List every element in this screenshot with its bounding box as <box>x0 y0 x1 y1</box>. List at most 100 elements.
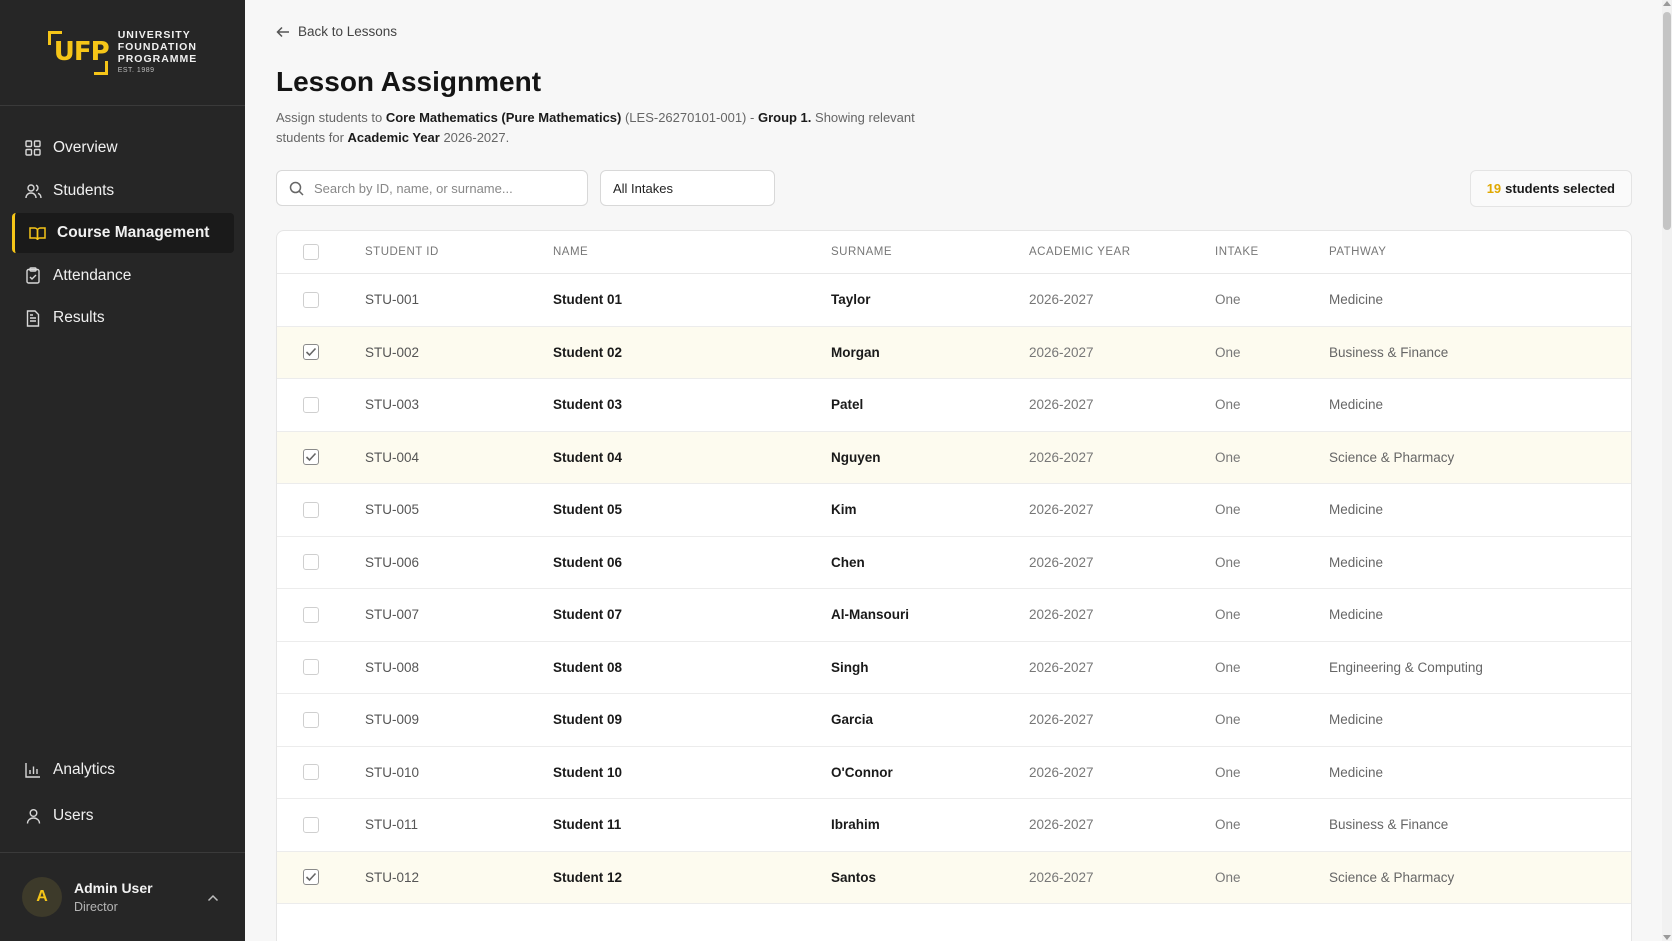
sidebar-item-course-management[interactable]: Course Management <box>12 213 234 253</box>
page-title: Lesson Assignment <box>276 66 542 97</box>
scroll-up-arrow-icon[interactable] <box>1663 1 1671 6</box>
row-checkbox[interactable] <box>303 816 319 833</box>
sidebar-item-students[interactable]: Students <box>12 171 234 211</box>
row-checkbox[interactable] <box>303 501 319 518</box>
subtitle-group: Group 1. <box>757 110 812 125</box>
intake-select-value: All Intakes <box>613 180 673 196</box>
sidebar-item-label: Overview <box>53 139 118 156</box>
cell-intake: One <box>1215 449 1241 465</box>
cell-surname: Santos <box>831 869 877 885</box>
logo-est: EST. 1989 <box>117 66 155 74</box>
cell-student-id: STU-005 <box>365 502 420 518</box>
table-row[interactable]: STU-007 Student 07 Al-Mansouri 2026-2027 One… <box>277 589 1631 642</box>
cell-student-id: STU-009 <box>365 712 420 728</box>
row-checkbox[interactable] <box>303 606 319 623</box>
table-row[interactable]: STU-006 Student 06 Chen 2026-2027 One Medicin… <box>277 537 1631 589</box>
sidebar-nav-bottom: Analytics Users <box>12 750 234 842</box>
cell-academic-year: 2026-2027 <box>1029 764 1094 780</box>
logo[interactable]: UFP UNIVERSITY FOUNDATION PROGRAMME EST.… <box>0 0 245 106</box>
sidebar-item-overview[interactable]: Overview <box>12 128 234 168</box>
cell-student-id: STU-002 <box>365 344 420 360</box>
cell-student-id: STU-006 <box>365 554 420 570</box>
user-icon <box>24 807 42 825</box>
column-header-student-id: STUDENT ID <box>365 246 439 258</box>
table-row[interactable]: STU-012 Student 12 Santos 2026-2027 One Scien… <box>277 851 1631 904</box>
avatar: A <box>22 877 62 917</box>
book-icon <box>28 224 46 242</box>
cell-surname: Singh <box>831 659 869 675</box>
row-checkbox[interactable] <box>303 711 319 728</box>
cell-name: Student 07 <box>553 607 623 623</box>
row-checkbox[interactable] <box>303 449 319 466</box>
row-checkbox[interactable] <box>303 344 319 361</box>
table-body: STU-001 Student 01 Taylor 2026-2027 One Medic… <box>277 274 1631 904</box>
table-row[interactable]: STU-011 Student 11 Ibrahim 2026-2027 One Busi… <box>277 799 1631 852</box>
selected-count-badge: 19 students selected <box>1469 170 1632 207</box>
cell-name: Student 05 <box>553 502 623 518</box>
cell-surname: Kim <box>831 502 857 518</box>
cell-academic-year: 2026-2027 <box>1029 817 1094 833</box>
column-header-academic-year: ACADEMIC YEAR <box>1029 246 1131 258</box>
check-icon <box>305 873 317 882</box>
sidebar-item-attendance[interactable]: Attendance <box>12 256 234 296</box>
table-row[interactable]: STU-004 Student 04 Nguyen 2026-2027 One Scien… <box>277 431 1631 484</box>
chevron-up-icon[interactable] <box>207 889 219 907</box>
row-checkbox[interactable] <box>303 869 319 886</box>
subtitle-year: 2026-2027. <box>439 130 510 145</box>
grid-icon <box>24 139 42 157</box>
cell-intake: One <box>1215 607 1241 623</box>
cell-intake: One <box>1215 502 1241 518</box>
sidebar-item-users[interactable]: Users <box>12 796 234 836</box>
cell-pathway: Business & Finance <box>1329 817 1449 833</box>
row-checkbox[interactable] <box>303 396 319 413</box>
table-header: STUDENT ID NAME SURNAME ACADEMIC YEAR IN… <box>277 231 1631 274</box>
subtitle-year-label: Academic Year <box>347 130 440 145</box>
cell-name: Student 04 <box>553 449 623 465</box>
row-checkbox[interactable] <box>303 291 319 308</box>
sidebar-item-label: Students <box>53 181 115 199</box>
page-scrollbar[interactable] <box>1662 0 1672 941</box>
intake-select[interactable]: All Intakes <box>600 170 775 206</box>
row-checkbox[interactable] <box>303 554 319 571</box>
cell-intake: One <box>1215 344 1241 360</box>
cell-intake: One <box>1215 659 1241 675</box>
cell-academic-year: 2026-2027 <box>1029 449 1094 465</box>
table-row[interactable]: STU-009 Student 09 Garcia 2026-2027 One Medic… <box>277 694 1631 747</box>
cell-surname: Ibrahim <box>831 817 880 833</box>
scroll-down-arrow-icon[interactable] <box>1663 935 1671 940</box>
cell-student-id: STU-003 <box>365 397 420 413</box>
cell-student-id: STU-004 <box>365 449 420 465</box>
cell-student-id: STU-010 <box>365 764 420 780</box>
search-field <box>276 170 588 206</box>
table-row[interactable]: STU-003 Student 03 Patel 2026-2027 One Medici… <box>277 379 1631 432</box>
sidebar-item-results[interactable]: Results <box>12 298 234 338</box>
table-row[interactable]: STU-010 Student 10 O'Connor 2026-2027 One Med… <box>277 747 1631 799</box>
cell-surname: Chen <box>831 554 865 570</box>
select-all-checkbox[interactable] <box>303 244 319 260</box>
cell-academic-year: 2026-2027 <box>1029 712 1094 728</box>
cell-name: Student 11 <box>553 817 622 833</box>
cell-academic-year: 2026-2027 <box>1029 869 1094 885</box>
cell-student-id: STU-008 <box>365 659 420 675</box>
cell-name: Student 01 <box>553 292 623 308</box>
scrollbar-thumb[interactable] <box>1663 12 1671 230</box>
sidebar-item-analytics[interactable]: Analytics <box>12 750 234 790</box>
cell-pathway: Engineering & Computing <box>1329 659 1483 675</box>
table-row[interactable]: STU-001 Student 01 Taylor 2026-2027 One Medic… <box>277 274 1631 327</box>
user-menu[interactable]: A Admin User Director <box>0 852 245 941</box>
search-input[interactable] <box>314 180 574 196</box>
sidebar-item-label: Attendance <box>53 266 132 284</box>
cell-student-id: STU-007 <box>365 607 420 623</box>
table-row[interactable]: STU-002 Student 02 Morgan 2026-2027 One Busin… <box>277 326 1631 379</box>
students-table: STUDENT ID NAME SURNAME ACADEMIC YEAR IN… <box>276 230 1632 941</box>
selected-count-label: students selected <box>1505 181 1615 196</box>
table-row[interactable]: STU-005 Student 05 Kim 2026-2027 One Medicine <box>277 484 1631 537</box>
back-to-lessons-link[interactable]: Back to Lessons <box>276 24 397 39</box>
table-row[interactable]: STU-008 Student 08 Singh 2026-2027 One Engine… <box>277 642 1631 694</box>
sidebar-item-label: Users <box>53 807 94 824</box>
subtitle-prefix: Assign students to <box>276 110 386 125</box>
cell-surname: Taylor <box>831 292 871 308</box>
row-checkbox[interactable] <box>303 659 319 676</box>
cell-student-id: STU-001 <box>365 292 420 308</box>
row-checkbox[interactable] <box>303 764 319 781</box>
